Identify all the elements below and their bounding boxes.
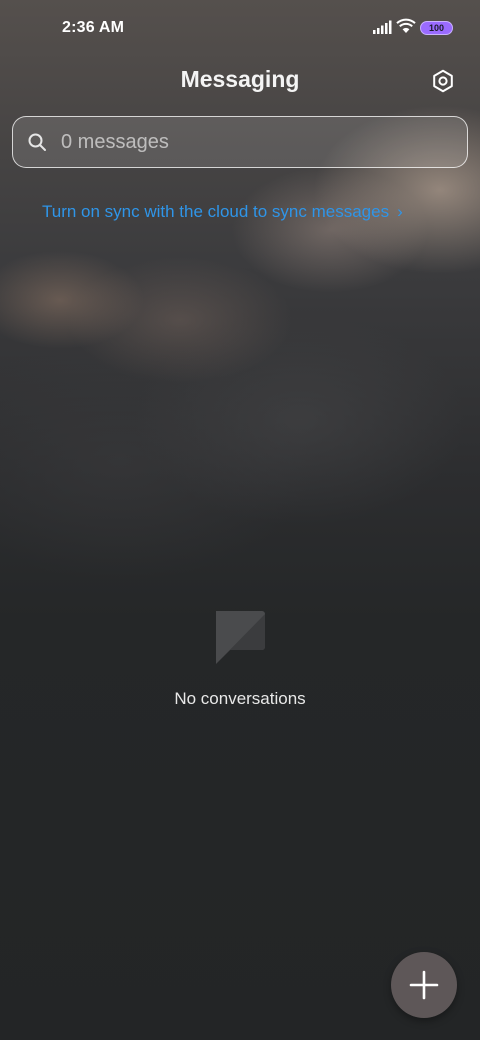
battery-icon: 100 [420,21,453,35]
settings-button[interactable] [426,64,460,98]
new-message-button[interactable] [391,952,457,1018]
message-bubble-icon [216,611,265,664]
empty-state-text: No conversations [174,689,306,708]
gear-icon [433,69,453,93]
sync-cloud-text: Turn on sync with the cloud to sync mess… [42,202,390,221]
status-bar: 2:36 AM 100 [0,0,480,56]
search-bar[interactable] [12,116,468,168]
status-time: 2:36 AM [62,19,125,36]
wifi-icon [396,18,416,33]
battery-level: 100 [428,23,445,33]
chevron-right-icon: › [397,202,403,221]
search-icon [28,133,46,151]
page-title: Messaging [180,66,300,92]
sync-cloud-link[interactable]: Turn on sync with the cloud to sync mess… [42,202,403,222]
signal-icon [373,20,392,34]
search-input[interactable] [61,130,421,154]
plus-icon [409,970,439,1000]
